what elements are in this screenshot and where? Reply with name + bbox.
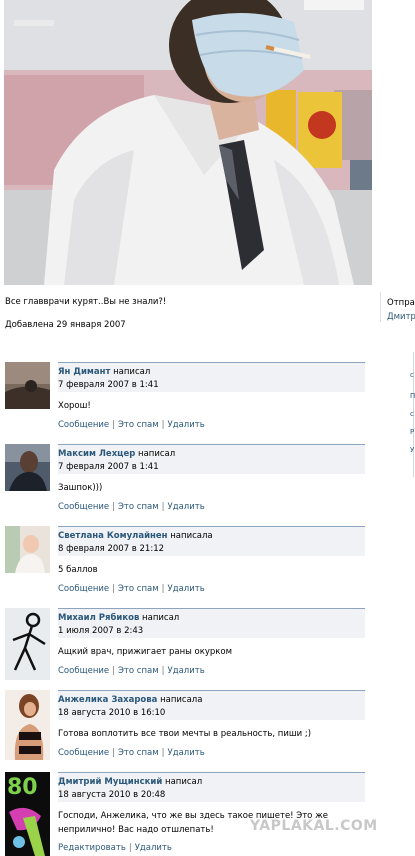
delete-link[interactable]: Удалить xyxy=(168,502,205,512)
spam-link[interactable]: Это спам xyxy=(118,666,159,676)
verb: написал xyxy=(142,613,180,623)
edit-link[interactable]: Редактировать xyxy=(58,843,126,853)
comment-date: 18 августа 2010 в 20:48 xyxy=(58,790,166,800)
message-link[interactable]: Сообщение xyxy=(58,666,109,676)
message-link[interactable]: Сообщение xyxy=(58,420,109,430)
delete-link[interactable]: Удалить xyxy=(135,843,172,853)
clipped-item: с xyxy=(410,410,414,418)
comment-text: 5 баллов xyxy=(58,565,98,575)
comment-header: Ян Димант написал 7 февраля 2007 в 1:41 xyxy=(58,362,365,392)
delete-link[interactable]: Удалить xyxy=(168,420,205,430)
author-link[interactable]: Анжелика Захарова xyxy=(58,695,157,705)
message-link[interactable]: Сообщение xyxy=(58,584,109,594)
comment-body: Максим Лехцер написал 7 февраля 2007 в 1… xyxy=(58,444,365,512)
comment-date: 7 февраля 2007 в 1:41 xyxy=(58,380,159,390)
comment-actions: Сообщение | Это спам | Удалить xyxy=(58,748,205,758)
side-divider xyxy=(380,292,381,322)
photo-image xyxy=(4,0,372,285)
clipped-item: Р xyxy=(410,428,415,436)
message-link[interactable]: Сообщение xyxy=(58,748,109,758)
clipped-item: У xyxy=(410,446,415,454)
clipped-item: с xyxy=(410,371,414,379)
comment-actions: Сообщение | Это спам | Удалить xyxy=(58,502,205,512)
comment-date: 1 июля 2007 в 2:43 xyxy=(58,626,144,636)
clipped-item: П xyxy=(410,392,415,400)
comment-body: Дмитрий Мущинский написал 18 августа 201… xyxy=(58,772,365,853)
comment-actions: Сообщение | Это спам | Удалить xyxy=(58,666,205,676)
spam-link[interactable]: Это спам xyxy=(118,748,159,758)
comment-header: Михаил Рябиков написал 1 июля 2007 в 2:4… xyxy=(58,608,365,638)
comment-body: Анжелика Захарова написала 18 августа 20… xyxy=(58,690,365,758)
verb: написал xyxy=(113,367,151,377)
watermark: YAPLAKAL.COM xyxy=(250,818,378,834)
comment-date: 7 февраля 2007 в 1:41 xyxy=(58,462,159,472)
comment-body: Михаил Рябиков написал 1 июля 2007 в 2:4… xyxy=(58,608,365,676)
avatar[interactable]: 80 xyxy=(5,772,50,856)
spam-link[interactable]: Это спам xyxy=(118,420,159,430)
photo[interactable] xyxy=(4,0,372,285)
author-link[interactable]: Михаил Рябиков xyxy=(58,613,139,623)
verb: написала xyxy=(170,531,213,541)
delete-link[interactable]: Удалить xyxy=(168,748,205,758)
comment-actions: Сообщение | Это спам | Удалить xyxy=(58,584,205,594)
comment-actions: Сообщение | Это спам | Удалить xyxy=(58,420,205,430)
comment-header: Светлана Комулайнен написала 8 февраля 2… xyxy=(58,526,365,556)
comment-date: 8 февраля 2007 в 21:12 xyxy=(58,544,165,554)
author-link[interactable]: Ян Димант xyxy=(58,367,110,377)
comment-text: Зашпок))) xyxy=(58,483,103,493)
comment-text: Готова воплотить все твои мечты в реальн… xyxy=(58,729,312,739)
verb: написал xyxy=(138,449,176,459)
author-link[interactable]: Максим Лехцер xyxy=(58,449,135,459)
author-link[interactable]: Дмитрий Мущинский xyxy=(58,777,162,787)
comment-actions: Редактировать | Удалить xyxy=(58,843,172,853)
comment-body: Ян Димант написал 7 февраля 2007 в 1:41 … xyxy=(58,362,365,430)
avatar[interactable] xyxy=(5,526,50,573)
svg-text:80: 80 xyxy=(7,775,38,800)
comment-body: Светлана Комулайнен написала 8 февраля 2… xyxy=(58,526,365,594)
delete-link[interactable]: Удалить xyxy=(168,666,205,676)
avatar[interactable] xyxy=(5,444,50,491)
comment-text: Ащкий врач, прижигает раны окурком xyxy=(58,647,233,657)
verb: написала xyxy=(160,695,203,705)
delete-link[interactable]: Удалить xyxy=(168,584,205,594)
send-label: Отпра xyxy=(387,298,415,308)
author-link[interactable]: Светлана Комулайнен xyxy=(58,531,168,541)
avatar[interactable] xyxy=(5,362,50,409)
photo-caption: Все главврачи курят..Вы не знали?! xyxy=(5,297,167,307)
spam-link[interactable]: Это спам xyxy=(118,584,159,594)
comment-header: Анжелика Захарова написала 18 августа 20… xyxy=(58,690,365,720)
added-date: Добавлена 29 января 2007 xyxy=(5,320,126,330)
avatar[interactable] xyxy=(5,690,50,760)
comment-date: 18 августа 2010 в 16:10 xyxy=(58,708,166,718)
comment-header: Максим Лехцер написал 7 февраля 2007 в 1… xyxy=(58,444,365,474)
message-link[interactable]: Сообщение xyxy=(58,502,109,512)
verb: написал xyxy=(165,777,203,787)
comment-text: Хорош! xyxy=(58,401,91,411)
author-link[interactable]: Дмитр xyxy=(387,310,415,324)
spam-link[interactable]: Это спам xyxy=(118,502,159,512)
comment-header: Дмитрий Мущинский написал 18 августа 201… xyxy=(58,772,365,802)
right-column-clipped-text: с П с Р У xyxy=(410,364,415,456)
side-panel: Отпра Дмитр xyxy=(387,296,415,324)
avatar[interactable] xyxy=(5,608,50,680)
